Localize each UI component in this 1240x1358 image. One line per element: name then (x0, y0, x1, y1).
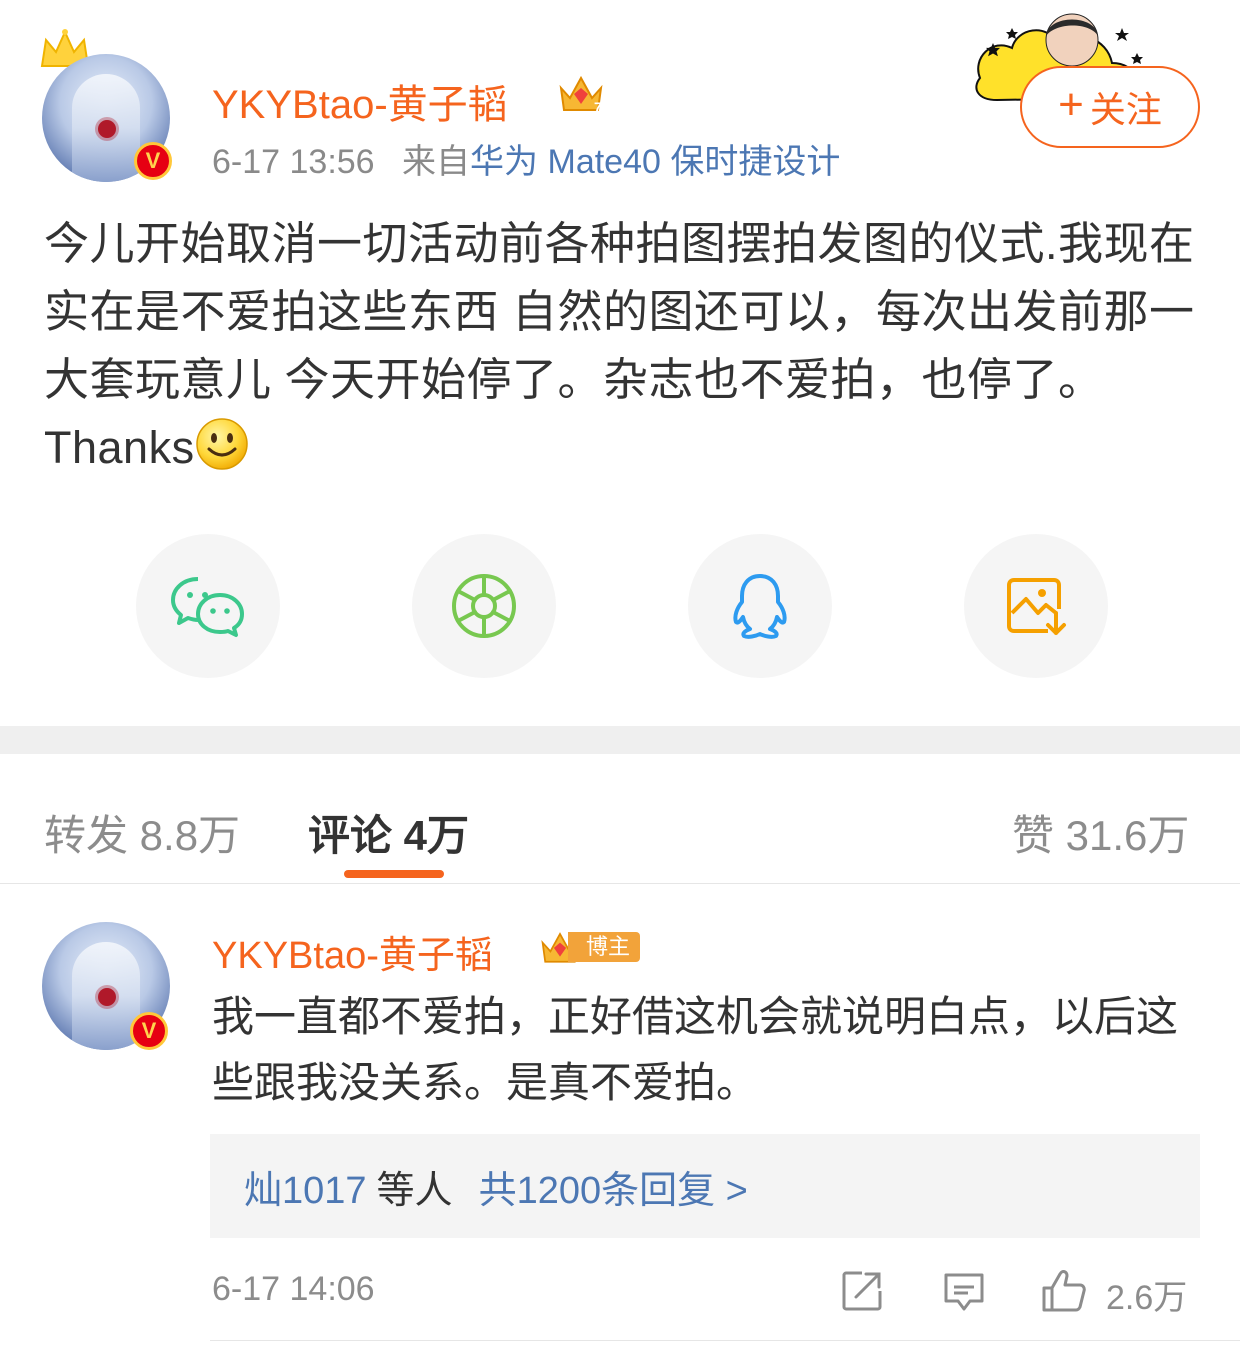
tab-repost[interactable]: 转发 8.8万 (44, 802, 240, 863)
reply-count[interactable]: 共1200条回复 > (479, 1159, 748, 1214)
blogger-tag: 博主 (568, 932, 641, 962)
comment-divider (210, 1340, 1240, 1341)
share-row (0, 534, 1240, 678)
reply-comment-icon[interactable] (942, 1268, 986, 1314)
vip-crown-icon: 7 (559, 75, 603, 115)
reply-user[interactable]: 灿1017 (244, 1159, 367, 1214)
wechat-icon (171, 577, 244, 637)
follow-button[interactable]: + 关注 (1020, 66, 1200, 148)
author-name[interactable]: YKYBtao-黄子韬 (212, 72, 508, 130)
tab-comments[interactable]: 评论 4万 (308, 802, 469, 863)
post-card: V YKYBtao-黄子韬 7 6-17 13:56 来自华为 Mate40 保… (0, 0, 1240, 726)
qq-icon (733, 574, 787, 639)
share-wechat-button[interactable] (136, 534, 280, 678)
author-avatar[interactable]: V (42, 54, 172, 182)
comment-item: V YKYBtao-黄子韬 博主 我一直都不爱拍，正好借这机会就说明白点，以后这… (0, 884, 1240, 1358)
post-time: 6-17 13:56 (212, 143, 375, 181)
share-qq-button[interactable] (688, 534, 832, 678)
verified-badge-icon: V (130, 1012, 168, 1050)
plus-icon: + (1058, 80, 1084, 129)
verified-badge-icon: V (134, 142, 172, 180)
tab-bar: 转发 8.8万 评论 4万 赞 31.6万 (0, 754, 1240, 884)
svg-text:7: 7 (594, 99, 602, 115)
commenter-avatar[interactable]: V (42, 922, 170, 1050)
post-meta: 6-17 13:56 来自华为 Mate40 保时捷设计 (212, 134, 840, 183)
save-image-icon (1007, 578, 1066, 635)
comment-like-count: 2.6万 (1106, 1279, 1188, 1317)
share-moments-button[interactable] (412, 534, 556, 678)
post-body: 今儿开始取消一切活动前各种拍图摆拍发图的仪式.我现在实在是不爱拍这些东西 自然的… (44, 210, 1204, 482)
tab-likes[interactable]: 赞 31.6万 (1012, 802, 1189, 863)
save-image-button[interactable] (964, 534, 1108, 678)
replies-link[interactable]: 灿1017 等人 共1200条回复 > (210, 1134, 1200, 1238)
smile-emoji-icon (195, 418, 248, 470)
reply-others: 等人 (376, 1169, 453, 1212)
section-divider (0, 726, 1240, 754)
commenter-name[interactable]: YKYBtao-黄子韬 (212, 924, 493, 979)
active-tab-indicator (344, 870, 444, 878)
like-thumb-icon[interactable] (1040, 1268, 1088, 1314)
comment-text: 我一直都不爱拍，正好借这机会就说明白点，以后这些跟我没关系。是真不爱拍。 (212, 993, 1179, 1106)
comment-time: 6-17 14:06 (212, 1270, 375, 1308)
post-source[interactable]: 华为 Mate40 保时捷设计 (470, 143, 840, 181)
blogger-badge: 博主 (538, 928, 641, 966)
repost-comment-icon[interactable] (840, 1268, 884, 1314)
source-prefix: 来自 (402, 143, 471, 181)
moments-icon (452, 574, 516, 638)
